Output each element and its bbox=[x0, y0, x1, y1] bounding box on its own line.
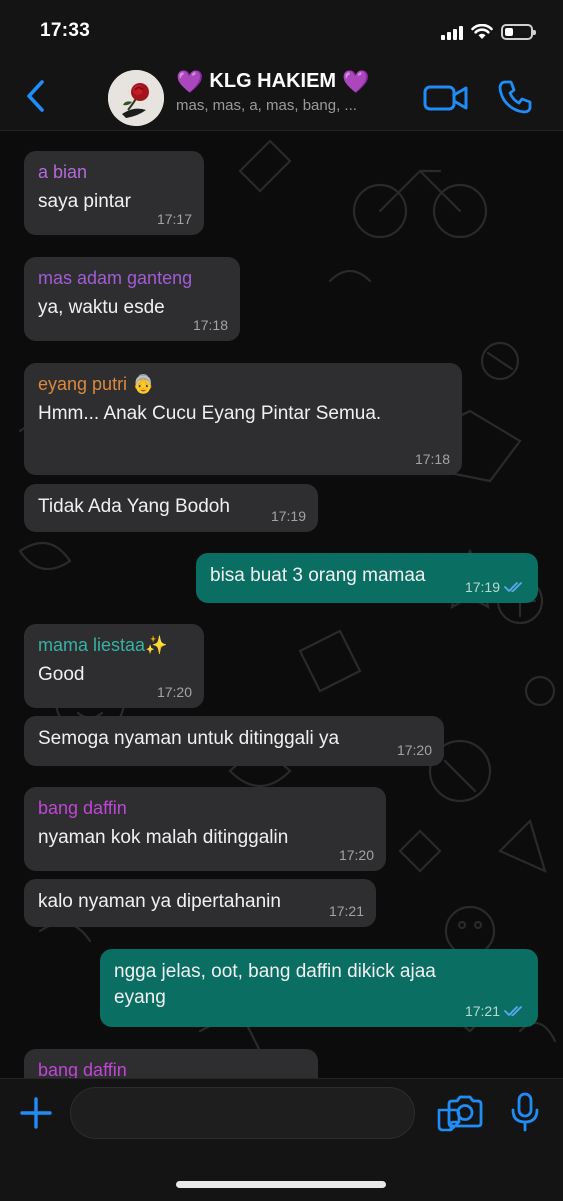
message-time: 17:20 bbox=[396, 742, 432, 758]
status-bar: 17:33 bbox=[0, 0, 563, 64]
rose-image bbox=[108, 70, 164, 126]
phone-icon[interactable] bbox=[496, 78, 534, 116]
message-meta: 17:19 bbox=[271, 508, 306, 524]
message-bubble-outgoing[interactable]: bisa buat 3 orang mamaa 17:19 bbox=[196, 553, 538, 603]
message-time: 17:19 bbox=[464, 579, 500, 595]
message-sender: a bian bbox=[38, 162, 88, 182]
message-time: 17:17 bbox=[156, 211, 192, 227]
message-text: Semoga nyaman untuk ditinggali ya bbox=[38, 728, 340, 749]
message-bubble[interactable]: mas adam ganteng ya, waktu esde 17:18 bbox=[24, 257, 240, 341]
message-bubble[interactable]: Tidak Ada Yang Bodoh 17:19 bbox=[24, 484, 318, 532]
home-indicator bbox=[176, 1181, 386, 1188]
message-meta: 17:21 bbox=[465, 1003, 526, 1019]
status-time: 17:33 bbox=[40, 20, 91, 41]
message-time: 17:18 bbox=[192, 317, 228, 333]
signal-icon bbox=[441, 24, 463, 40]
message-meta: 17:18 bbox=[415, 451, 450, 467]
message-meta: 17:21 bbox=[329, 903, 364, 919]
message-sender: mas adam ganteng bbox=[38, 268, 193, 288]
read-ticks-icon bbox=[504, 1006, 522, 1016]
message-bubble[interactable]: Semoga nyaman untuk ditinggali ya 17:20 bbox=[24, 716, 444, 766]
message-sender: eyang putri 👵 bbox=[38, 374, 155, 394]
battery-icon bbox=[501, 24, 536, 40]
message-text: kalo nyaman ya dipertahanin bbox=[38, 891, 281, 912]
message-meta: 17:20 bbox=[397, 742, 432, 758]
message-sender: mama liestaa✨ bbox=[38, 635, 168, 655]
group-title-area[interactable]: 💜 KLG HAKIEM 💜 mas, mas, a, mas, bang, .… bbox=[176, 70, 406, 114]
message-text: nyaman kok malah ditinggalin bbox=[38, 827, 289, 848]
group-title: 💜 KLG HAKIEM 💜 bbox=[176, 70, 406, 93]
group-name: KLG HAKIEM bbox=[209, 70, 337, 92]
purple-heart-emoji: 💜 bbox=[176, 68, 204, 94]
message-text: Hmm... Anak Cucu Eyang Pintar Semua. bbox=[38, 403, 382, 424]
message-text-line-2: eyang bbox=[114, 987, 166, 1008]
chat-header: 💜 KLG HAKIEM 💜 mas, mas, a, mas, bang, .… bbox=[0, 64, 563, 131]
message-time: 17:20 bbox=[338, 847, 374, 863]
message-bubble[interactable]: kalo nyaman ya dipertahanin 17:21 bbox=[24, 879, 376, 927]
back-chevron-icon[interactable] bbox=[22, 78, 52, 114]
microphone-icon[interactable] bbox=[508, 1091, 542, 1133]
message-sender: bang daffin bbox=[38, 1060, 127, 1078]
message-time: 17:21 bbox=[328, 903, 364, 919]
message-bubble[interactable]: bang daffin bbox=[24, 1049, 318, 1078]
message-time: 17:20 bbox=[156, 684, 192, 700]
message-bubble[interactable]: eyang putri 👵 Hmm... Anak Cucu Eyang Pin… bbox=[24, 363, 462, 475]
message-input[interactable] bbox=[70, 1087, 461, 1139]
message-meta: 17:17 bbox=[157, 211, 192, 227]
message-text: Tidak Ada Yang Bodoh bbox=[38, 496, 230, 517]
video-call-icon[interactable] bbox=[423, 82, 469, 114]
message-meta: 17:19 bbox=[465, 579, 526, 595]
message-time: 17:18 bbox=[414, 451, 450, 467]
group-members: mas, mas, a, mas, bang, ... bbox=[176, 97, 357, 114]
message-sender: bang daffin bbox=[38, 798, 127, 818]
message-meta: 17:20 bbox=[339, 847, 374, 863]
plus-icon[interactable] bbox=[16, 1093, 56, 1133]
message-input-bar bbox=[0, 1078, 563, 1201]
message-bubble-outgoing[interactable]: ngga jelas, oot, bang daffin dikick ajaa… bbox=[100, 949, 538, 1027]
message-time: 17:19 bbox=[270, 508, 306, 524]
read-ticks-icon bbox=[504, 582, 522, 592]
chat-area[interactable]: a bian saya pintar 17:17 mas adam ganten… bbox=[0, 131, 563, 1078]
message-meta: 17:20 bbox=[157, 684, 192, 700]
camera-icon[interactable] bbox=[445, 1094, 485, 1130]
message-bubble[interactable]: mama liestaa✨ Good 17:20 bbox=[24, 624, 204, 708]
message-text-line-1: ngga jelas, oot, bang daffin dikick ajaa bbox=[114, 961, 436, 982]
wifi-icon bbox=[471, 24, 493, 39]
purple-heart-emoji: 💜 bbox=[342, 68, 370, 94]
message-time: 17:21 bbox=[464, 1003, 500, 1019]
message-meta: 17:18 bbox=[193, 317, 228, 333]
status-icons bbox=[441, 20, 536, 44]
group-avatar[interactable] bbox=[108, 70, 164, 126]
message-bubble[interactable]: a bian saya pintar 17:17 bbox=[24, 151, 204, 235]
message-bubble[interactable]: bang daffin nyaman kok malah ditinggalin… bbox=[24, 787, 386, 871]
